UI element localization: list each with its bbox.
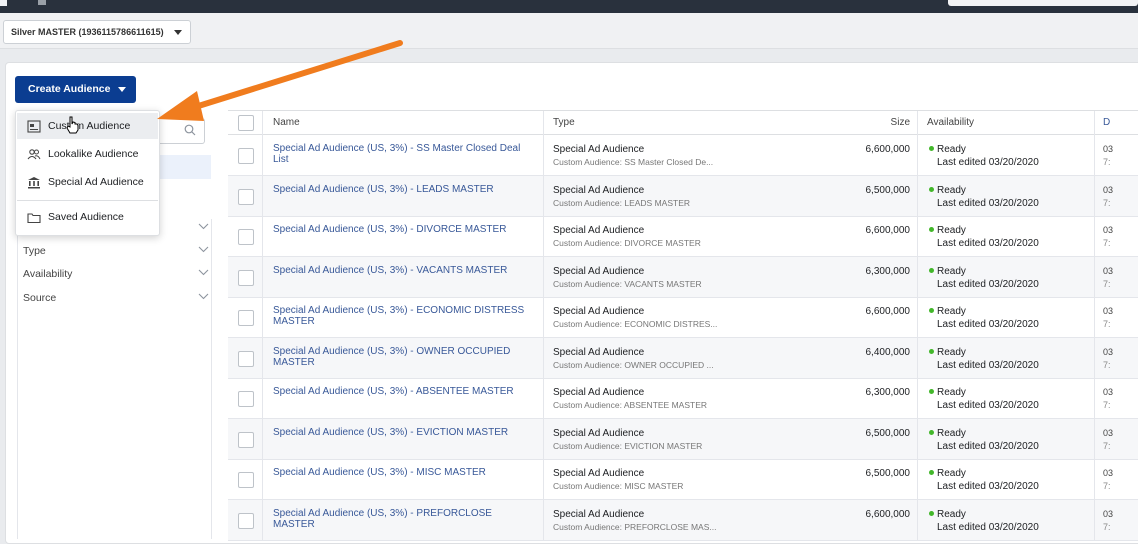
annotation-arrow bbox=[157, 40, 403, 121]
hand-cursor-icon bbox=[66, 116, 79, 134]
